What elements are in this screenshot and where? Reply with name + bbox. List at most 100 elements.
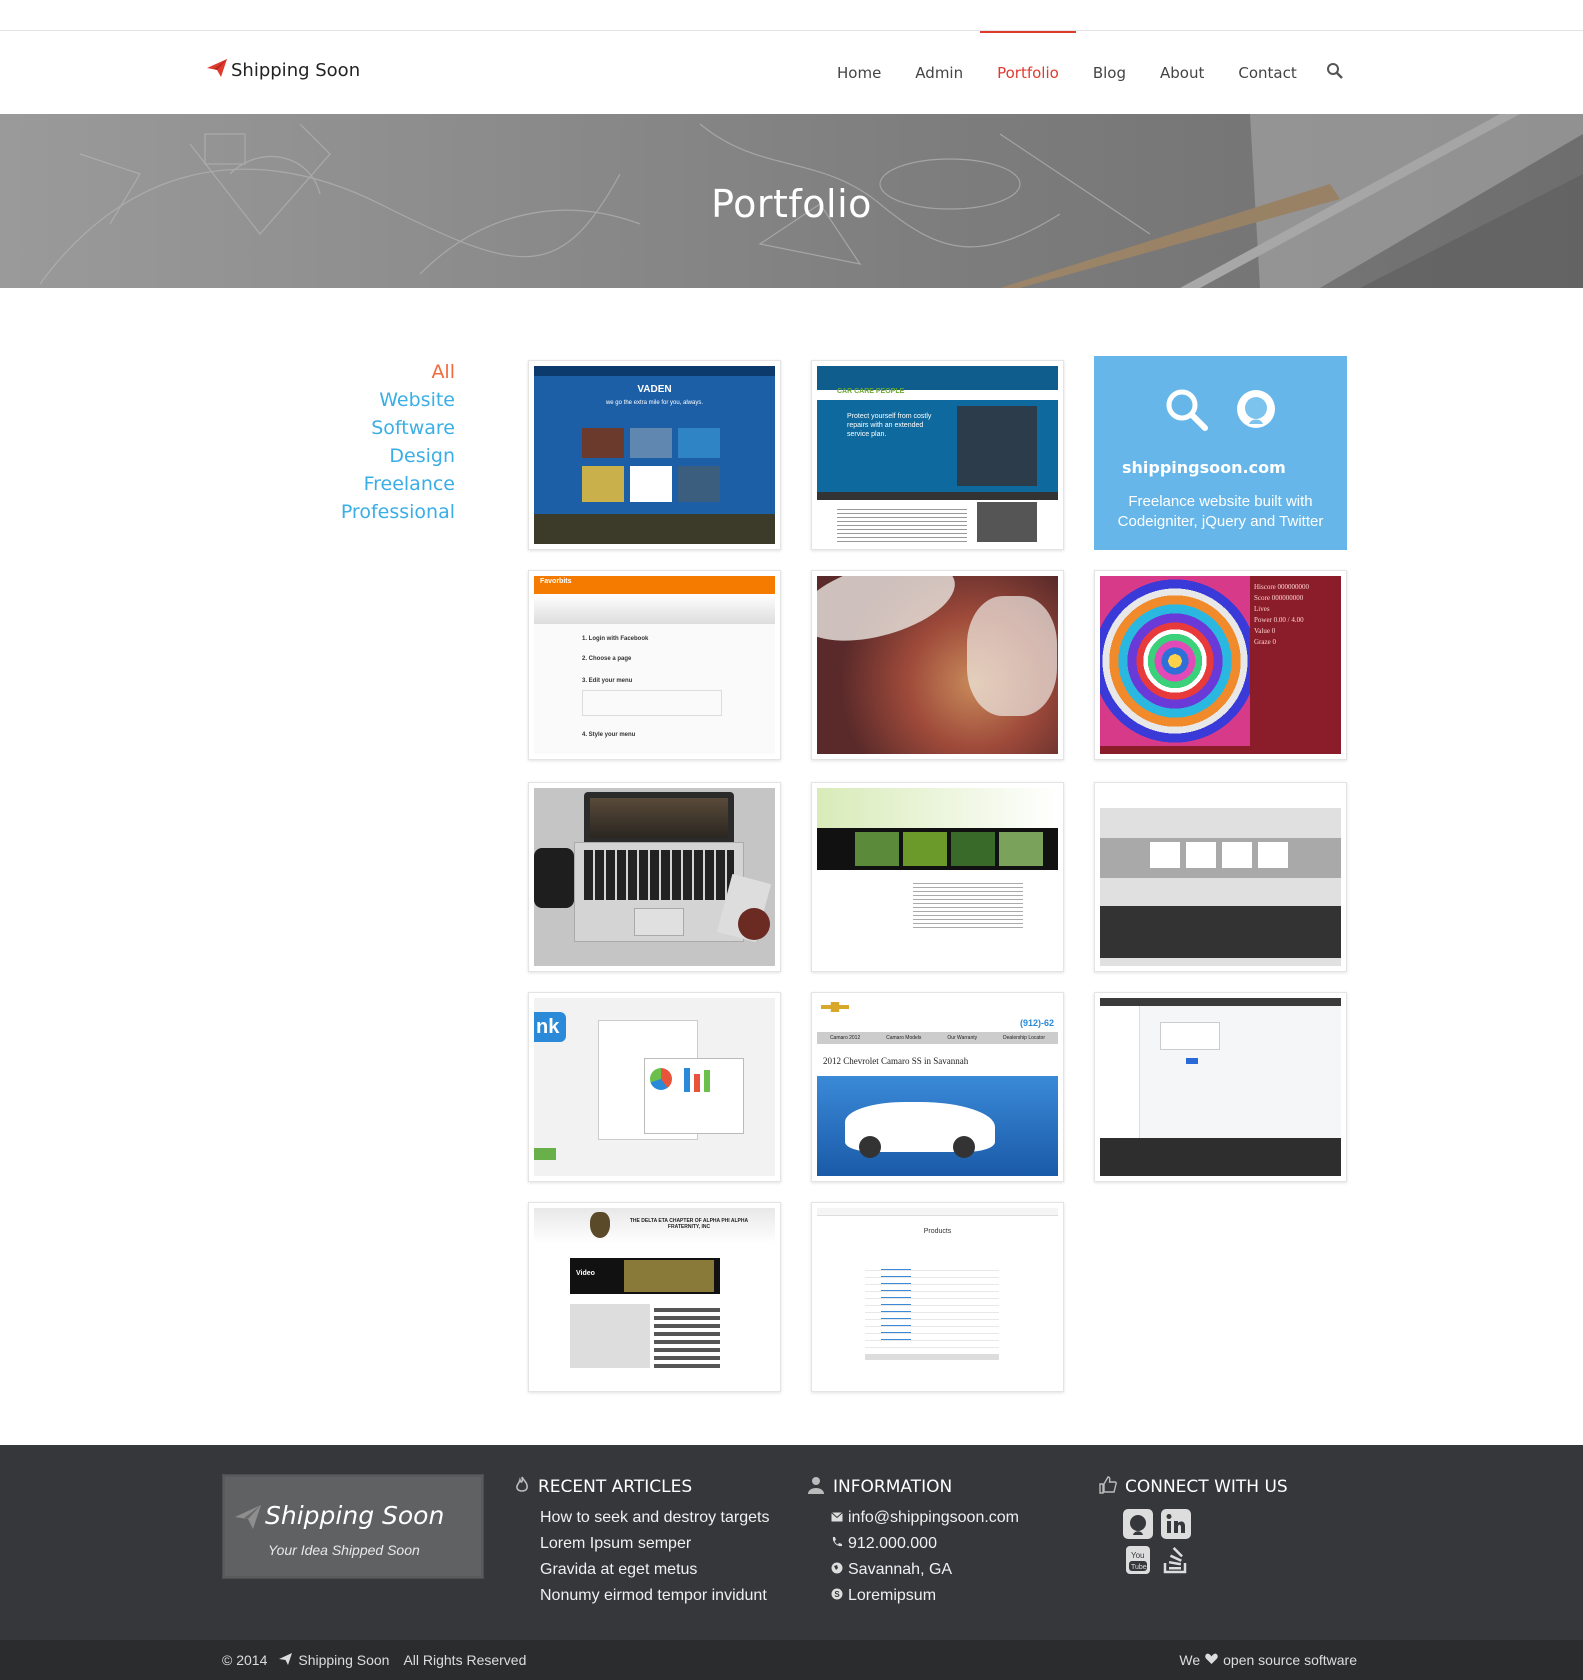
article-link[interactable]: Nonumy eirmod tempor invidunt (540, 1583, 769, 1609)
favor-step-2: 2. Choose a page (582, 656, 632, 662)
shippingsoon-thumb[interactable]: shippingsoon.com Freelance website built… (1094, 356, 1347, 550)
email-link[interactable]: info@shippingsoon.com (831, 1505, 1019, 1531)
recent-articles-title: RECENT ARTICLES (538, 1477, 693, 1497)
skype-icon: S (831, 1583, 843, 1609)
chevrolet-camaro-thumb[interactable]: (912)-62 Camaro 2012 Camaro Models Our W… (811, 992, 1064, 1182)
colorful-game-thumb[interactable]: Hiscore 000000000 Score 000000000 Lives … (1094, 570, 1347, 760)
game-value: Value 0 (1254, 627, 1276, 635)
portfolio-site-name: shippingsoon.com (1122, 458, 1286, 477)
location-text: Savannah, GA (848, 1561, 953, 1578)
nav-contact[interactable]: Contact (1221, 31, 1313, 114)
portfolio-description: Freelance website built with Codeigniter… (1117, 493, 1324, 530)
connect-with-us: CONNECT WITH US You Tube (1099, 1475, 1288, 1575)
admin-panel-thumb[interactable] (1094, 992, 1347, 1182)
nav-blog[interactable]: Blog (1076, 31, 1143, 114)
magnifier-icon[interactable] (1163, 386, 1209, 437)
camaro-phone: (912)-62 (1019, 1018, 1054, 1028)
portfolio-hover-overlay: shippingsoon.com Freelance website built… (1094, 356, 1347, 550)
game-power: Power 0.00 / 4.00 (1254, 616, 1304, 624)
products-table-thumb[interactable]: Products (811, 1202, 1064, 1392)
products-title: Products (923, 1228, 952, 1235)
game-score: Score 000000000 (1254, 594, 1304, 602)
camaro-tab-warranty: Our Warranty (947, 1035, 978, 1041)
filter-software[interactable]: Software (300, 414, 455, 442)
copyright-brand[interactable]: Shipping Soon (298, 1652, 389, 1668)
favor-step-3: 3. Edit your menu (582, 678, 633, 684)
search-icon[interactable] (1326, 62, 1346, 82)
svg-text:S: S (834, 1590, 840, 1599)
copyright-year: © 2014 (222, 1652, 268, 1668)
skype-link[interactable]: S Loremipsum (831, 1583, 1019, 1609)
article-link[interactable]: Lorem Ipsum semper (540, 1531, 769, 1557)
car-care-logo: CAR CARE PEOPLE (837, 388, 905, 395)
article-link[interactable]: Gravida at eget metus (540, 1557, 769, 1583)
fraternity-title: THE DELTA ETA CHAPTER OF ALPHA PHI ALPHA… (629, 1218, 749, 1230)
car-care-people-thumb[interactable]: CAR CARE PEOPLE Protect yourself from co… (811, 360, 1064, 550)
envelope-icon (831, 1505, 843, 1531)
user-icon (807, 1476, 825, 1499)
camaro-tab-models: Camaro Models (886, 1035, 922, 1041)
vaden-used-cars-thumb[interactable] (1094, 782, 1347, 972)
favorbits-thumb[interactable]: Favorbits 1. Login with Facebook 2. Choo… (528, 570, 781, 760)
vaden-logo-text: VADEN (637, 384, 672, 395)
filter-professional[interactable]: Professional (300, 498, 455, 526)
article-link[interactable]: How to seek and destroy targets (540, 1505, 769, 1531)
github-icon[interactable] (1123, 1509, 1153, 1539)
page-title: Portfolio (711, 182, 872, 226)
site-footer: Shipping Soon Your Idea Shipped Soon REC… (0, 1445, 1583, 1640)
page-banner: Portfolio (0, 114, 1583, 288)
nav-home[interactable]: Home (820, 31, 898, 114)
filter-freelance[interactable]: Freelance (300, 470, 455, 498)
copyright-rights: All Rights Reserved (403, 1652, 527, 1668)
nav-about[interactable]: About (1143, 31, 1221, 114)
footer-logo-name: Shipping Soon (265, 1501, 445, 1530)
site-logo[interactable]: Shipping Soon (207, 59, 360, 82)
portrait-photo-thumb[interactable] (811, 570, 1064, 760)
nav-admin[interactable]: Admin (898, 31, 980, 114)
skype-text: Loremipsum (848, 1587, 937, 1604)
github-icon[interactable] (1233, 386, 1279, 437)
svg-text:You: You (1131, 1551, 1145, 1560)
fire-icon (514, 1476, 530, 1499)
laptop-desk-thumb[interactable] (528, 782, 781, 972)
filter-all[interactable]: All (300, 358, 455, 386)
game-graze: Graze 0 (1254, 638, 1276, 646)
globe-icon (831, 1557, 843, 1583)
favor-step-1: 1. Login with Facebook (582, 636, 649, 642)
youtube-icon[interactable]: You Tube (1123, 1545, 1153, 1575)
site-logo-text: Shipping Soon (231, 60, 361, 81)
paper-plane-icon (235, 1505, 261, 1534)
nav-portfolio[interactable]: Portfolio (980, 31, 1076, 114)
game-hiscore: Hiscore 000000000 (1254, 583, 1310, 591)
phone-link[interactable]: 912.000.000 (831, 1531, 1019, 1557)
thumbs-up-icon (1099, 1475, 1117, 1499)
site-header: Shipping Soon Home Admin Portfolio Blog … (0, 31, 1583, 114)
game-lives: Lives (1254, 605, 1270, 613)
car-care-message: Protect yourself from costly repairs wit… (847, 413, 932, 438)
paper-plane-icon (279, 1652, 293, 1668)
filter-design[interactable]: Design (300, 442, 455, 470)
vaden-tagline: we go the extra mile for you, always. (605, 400, 704, 406)
copyright-bar: © 2014 Shipping Soon All Rights Reserved… (0, 1640, 1583, 1680)
footer-logo[interactable]: Shipping Soon Your Idea Shipped Soon (223, 1475, 483, 1578)
phone-icon (831, 1531, 843, 1557)
email-text: info@shippingsoon.com (848, 1509, 1020, 1526)
camaro-tab-2012: Camaro 2012 (829, 1035, 861, 1041)
filter-website[interactable]: Website (300, 386, 455, 414)
favorbits-logo: Favorbits (540, 578, 572, 585)
phone-text: 912.000.000 (848, 1535, 937, 1552)
recent-articles: RECENT ARTICLES How to seek and destroy … (514, 1475, 769, 1609)
heart-icon (1205, 1652, 1218, 1668)
svg-text:Tube: Tube (1131, 1564, 1147, 1571)
linkedin-icon[interactable] (1161, 1509, 1191, 1539)
we-text: We (1179, 1652, 1201, 1668)
stackoverflow-icon[interactable] (1161, 1545, 1191, 1575)
dashboard-charts-thumb[interactable]: nk (528, 992, 781, 1182)
vaden-website-thumb[interactable]: VADEN we go the extra mile for you, alwa… (528, 360, 781, 550)
oss-text: open source software (1223, 1652, 1357, 1668)
location-link[interactable]: Savannah, GA (831, 1557, 1019, 1583)
fraternity-video-label: Video (576, 1270, 595, 1277)
fraternity-website-thumb[interactable]: THE DELTA ETA CHAPTER OF ALPHA PHI ALPHA… (528, 1202, 781, 1392)
nature-website-thumb[interactable] (811, 782, 1064, 972)
information: INFORMATION info@shippingsoon.com 912.00… (807, 1475, 1019, 1609)
